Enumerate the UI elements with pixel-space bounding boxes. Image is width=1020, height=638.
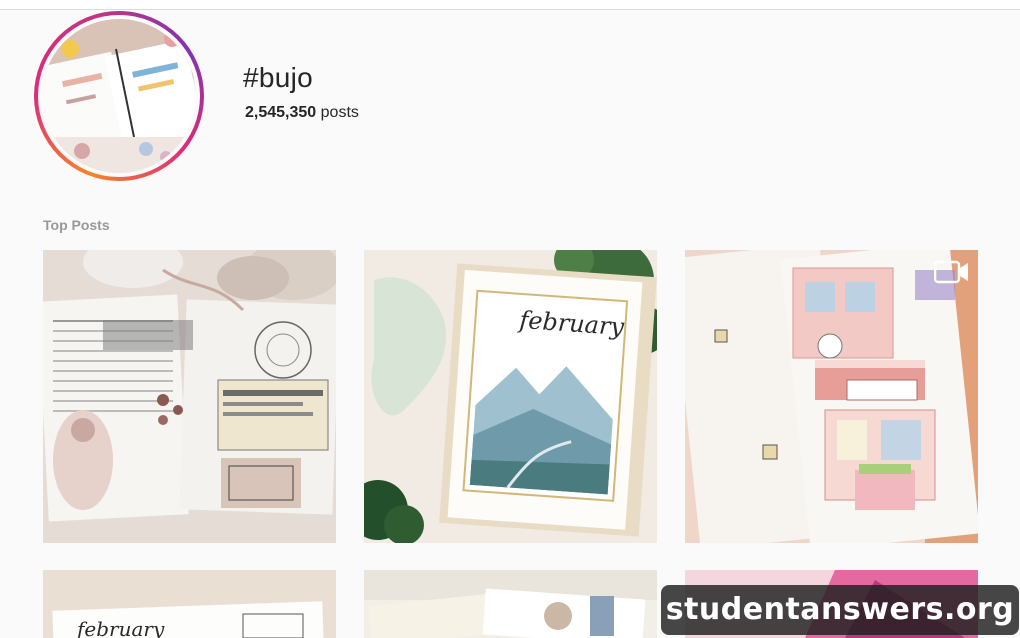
watermark: studentanswers.org [661,585,1019,635]
post-tile[interactable] [43,250,336,543]
post-tile[interactable] [685,250,978,543]
post-count: 2,545,350 posts [245,104,359,122]
post-image: february [43,570,336,638]
avatar-image [42,19,196,173]
hashtag-avatar[interactable] [34,11,204,181]
top-posts-label: Top Posts [43,217,110,233]
post-tile[interactable] [364,570,657,638]
post-image [685,250,978,543]
avatar-inner-border [38,15,200,177]
post-tile[interactable]: february [364,250,657,543]
post-tile[interactable]: february [43,570,336,638]
video-camera-icon [934,260,970,284]
post-count-number: 2,545,350 [245,104,317,121]
svg-text:february: february [75,617,165,638]
post-image [43,250,336,543]
post-count-suffix: posts [320,104,359,121]
hashtag-title: #bujo [243,62,314,93]
post-image: february [364,250,657,543]
post-image [364,570,657,638]
top-navigation-bar [0,0,1020,10]
